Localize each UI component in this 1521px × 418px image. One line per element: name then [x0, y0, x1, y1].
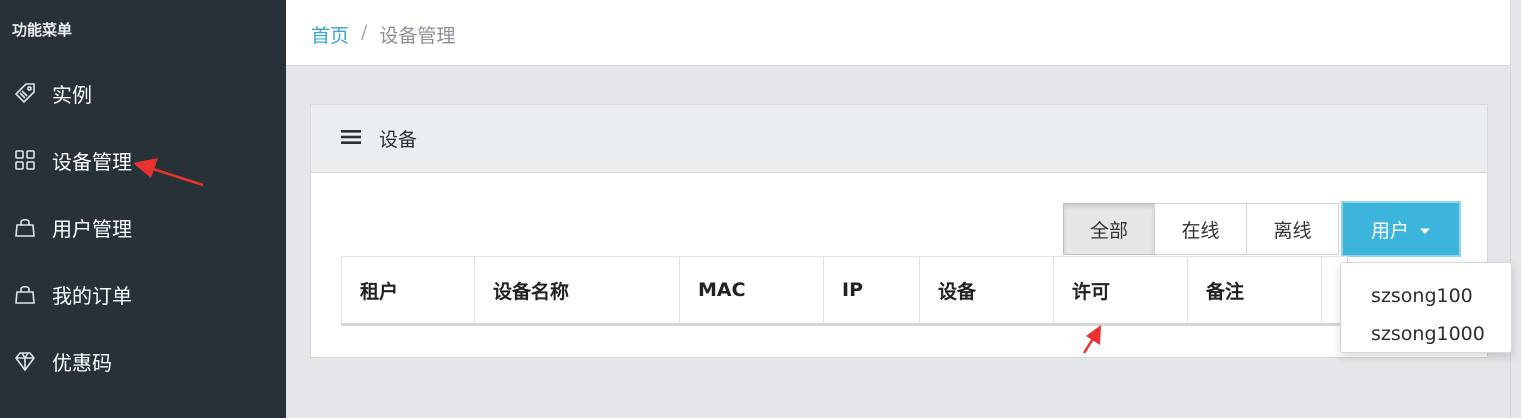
dropdown-option-szsong1000[interactable]: szsong1000: [1341, 315, 1511, 353]
grid-icon: [12, 147, 38, 173]
panel-title: 设备: [379, 129, 418, 151]
bag-icon: [12, 281, 38, 307]
filter-offline-button[interactable]: 离线: [1246, 203, 1339, 255]
top-bar: 首页 / 设备管理: [286, 0, 1510, 66]
sidebar-item-user-management[interactable]: 用户管理: [0, 197, 286, 257]
diamond-icon: [12, 348, 38, 374]
column-header-tenant[interactable]: 租户: [342, 257, 475, 323]
user-dropdown-label: 用户: [1370, 219, 1409, 242]
panel-header: 设备: [311, 105, 1487, 173]
breadcrumb-current: 设备管理: [379, 25, 456, 47]
user-dropdown-menu: szsong100 szsong1000: [1340, 262, 1512, 353]
sidebar-item-label: 设备管理: [52, 149, 132, 174]
column-header-mac[interactable]: MAC: [680, 257, 824, 323]
sidebar-item-label: 用户管理: [52, 216, 132, 241]
dropdown-option-szsong100[interactable]: szsong100: [1341, 277, 1511, 315]
column-header-remarks[interactable]: 备注: [1188, 257, 1322, 323]
breadcrumb-home-link[interactable]: 首页: [311, 21, 349, 48]
sidebar-item-label: 优惠码: [52, 350, 112, 375]
column-header-ip[interactable]: IP: [824, 257, 920, 323]
page-scrollbar[interactable]: [1510, 0, 1521, 418]
filter-button-group: 全部 在线 离线 用户: [1063, 201, 1461, 257]
filter-all-button[interactable]: 全部: [1063, 203, 1155, 255]
column-header-device-name[interactable]: 设备名称: [475, 257, 680, 323]
bag-icon: [12, 214, 38, 240]
sidebar-item-device-management[interactable]: 设备管理: [0, 130, 286, 190]
tag-icon: [12, 80, 38, 106]
sidebar-item-label: 我的订单: [52, 283, 132, 308]
device-table-header: 租户 设备名称 MAC IP 设备 许可 备注: [341, 256, 1348, 326]
sidebar: 功能菜单 实例 设备管理 用户管理 我的订单 优惠码: [0, 0, 286, 418]
sidebar-item-coupons[interactable]: 优惠码: [0, 331, 286, 391]
breadcrumb: 首页 / 设备管理: [311, 21, 455, 48]
sidebar-item-instances[interactable]: 实例: [0, 63, 286, 123]
sidebar-item-my-orders[interactable]: 我的订单: [0, 264, 286, 324]
column-header-license[interactable]: 许可: [1054, 257, 1188, 323]
sidebar-title: 功能菜单: [12, 21, 73, 39]
filter-online-button[interactable]: 在线: [1154, 203, 1247, 255]
sidebar-item-label: 实例: [52, 82, 92, 107]
device-panel: 设备 全部 在线 离线 用户 租户 设备名称 MAC IP 设备 许可 备注: [310, 104, 1488, 358]
column-header-device[interactable]: 设备: [920, 257, 1054, 323]
breadcrumb-separator: /: [361, 21, 368, 43]
list-icon: [341, 129, 361, 149]
user-dropdown-button[interactable]: 用户: [1341, 201, 1461, 257]
caret-down-icon: [1419, 218, 1431, 240]
